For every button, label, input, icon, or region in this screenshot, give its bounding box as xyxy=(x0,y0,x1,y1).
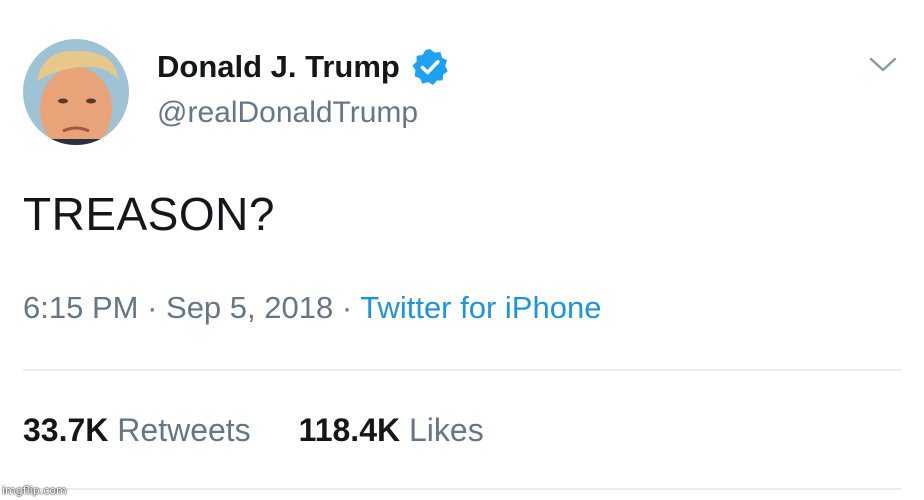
retweets-label: Retweets xyxy=(117,412,251,448)
tweet-stats: 33.7K Retweets 118.4K Likes xyxy=(23,412,484,449)
avatar-image xyxy=(23,39,129,145)
retweets-stat[interactable]: 33.7K Retweets xyxy=(23,412,251,449)
tweet-date[interactable]: Sep 5, 2018 xyxy=(166,290,333,325)
avatar[interactable] xyxy=(23,39,129,145)
likes-stat[interactable]: 118.4K Likes xyxy=(299,412,484,449)
divider xyxy=(23,369,901,371)
author-name-row[interactable]: Donald J. Trump xyxy=(157,47,450,87)
tweet-time[interactable]: 6:15 PM xyxy=(23,290,138,325)
watermark: imgflip.com xyxy=(2,484,67,497)
tweet-source-link[interactable]: Twitter for iPhone xyxy=(360,290,601,325)
author-display-name[interactable]: Donald J. Trump xyxy=(157,49,400,85)
meta-separator: · xyxy=(333,290,361,325)
chevron-down-icon[interactable] xyxy=(866,50,900,78)
author-handle[interactable]: @realDonaldTrump xyxy=(157,96,418,130)
retweets-count: 33.7K xyxy=(23,412,118,448)
likes-count: 118.4K xyxy=(298,412,409,448)
tweet-meta: 6:15 PM · Sep 5, 2018 · Twitter for iPho… xyxy=(23,290,601,326)
likes-label: Likes xyxy=(408,412,484,448)
verified-badge-icon xyxy=(410,47,450,87)
meta-separator: · xyxy=(138,290,167,325)
divider xyxy=(23,488,901,490)
tweet-text: TREASON? xyxy=(23,188,275,240)
